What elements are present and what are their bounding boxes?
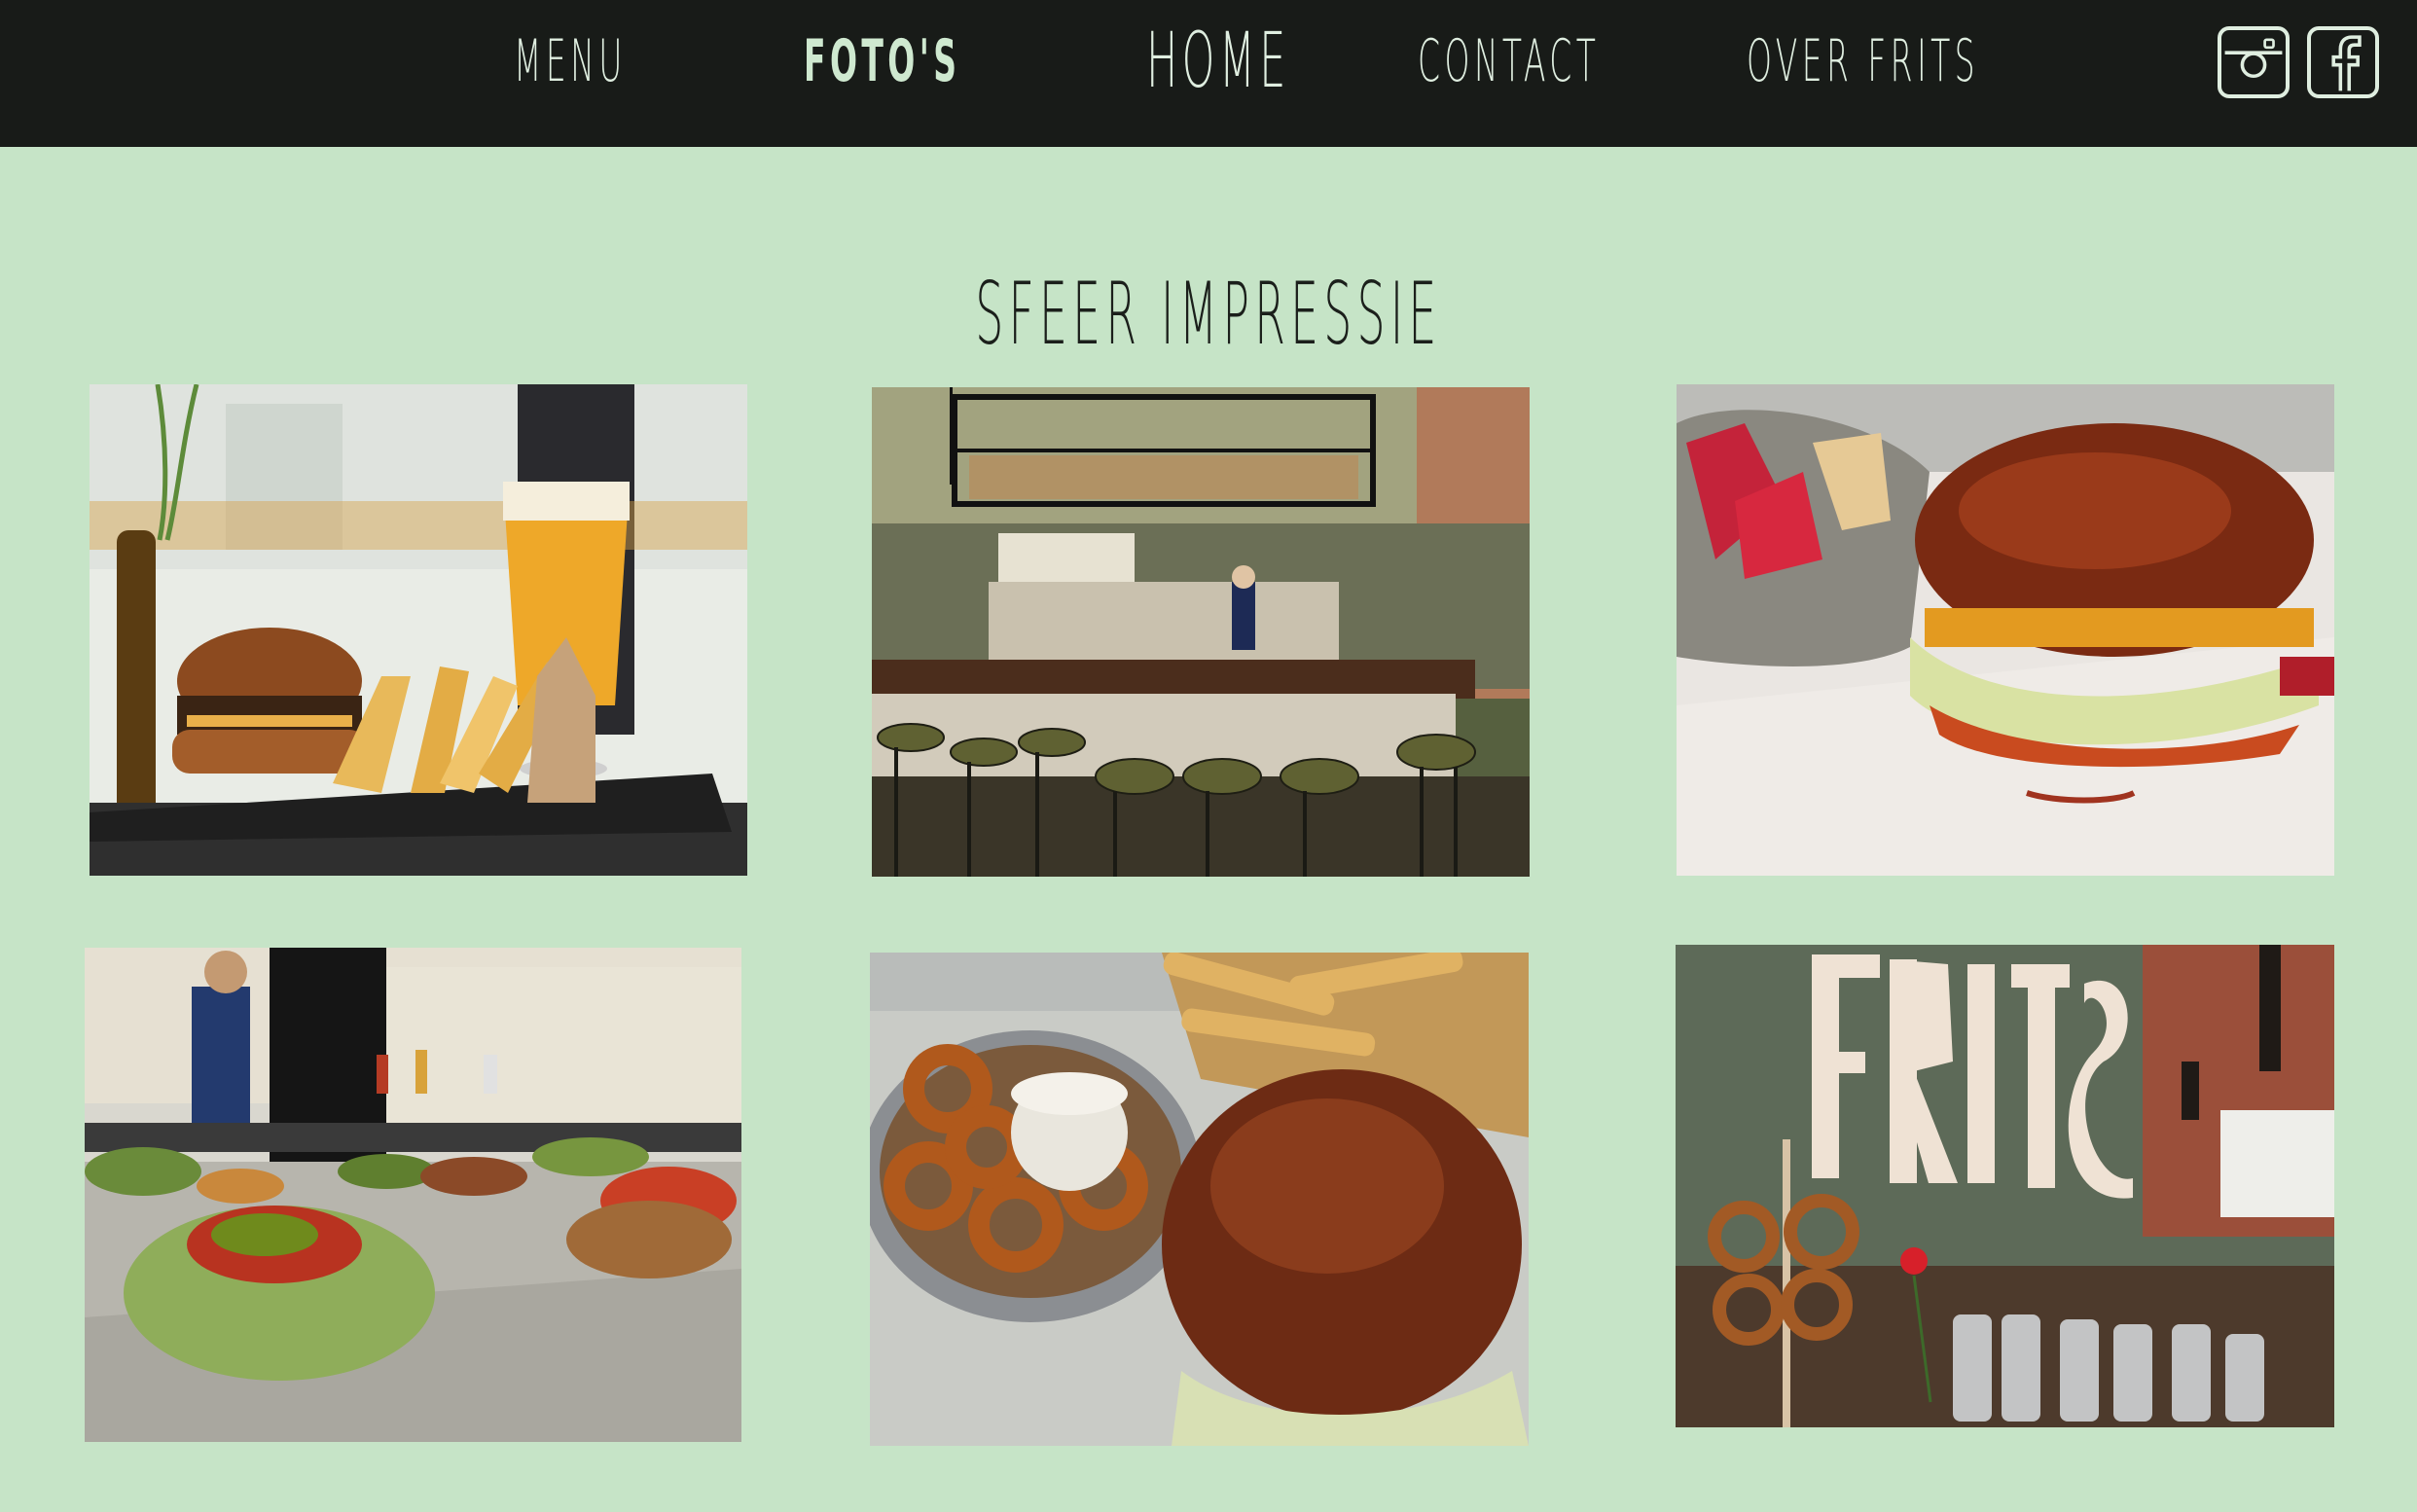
photo-kitchen-burgers-image	[85, 948, 741, 1442]
nav-over-frits[interactable]: OVER FRITS	[1747, 27, 1979, 95]
instagram-icon	[2224, 38, 2283, 79]
photo-burger-closeup[interactable]	[1677, 384, 2334, 876]
photo-burger-onion-rings[interactable]	[870, 953, 1529, 1446]
facebook-icon	[2331, 35, 2362, 91]
photo-burger-fries-beer-image	[90, 384, 747, 876]
photo-bar-interior-image	[872, 387, 1530, 877]
top-navigation-bar: MENU FOTO'S HOME CONTACT OVER FRITS	[0, 0, 2417, 147]
photo-burger-closeup-image	[1677, 384, 2334, 876]
nav-home[interactable]: HOME	[1146, 18, 1290, 105]
photo-bar-interior[interactable]	[872, 387, 1530, 877]
nav-menu[interactable]: MENU	[514, 27, 627, 95]
facebook-link[interactable]	[2307, 26, 2379, 98]
photo-burger-onion-rings-image	[870, 953, 1529, 1446]
photo-burger-fries-beer[interactable]	[90, 384, 747, 876]
photo-frits-sign-pretzels-image	[1676, 945, 2334, 1427]
photo-frits-sign-pretzels[interactable]	[1676, 945, 2334, 1427]
nav-contact[interactable]: CONTACT	[1418, 27, 1600, 95]
photo-kitchen-burgers[interactable]	[85, 948, 741, 1442]
nav-fotos[interactable]: FOTO'S	[804, 27, 960, 95]
instagram-link[interactable]	[2218, 26, 2290, 98]
page-title: SFEER IMPRESSIE	[975, 263, 1442, 364]
